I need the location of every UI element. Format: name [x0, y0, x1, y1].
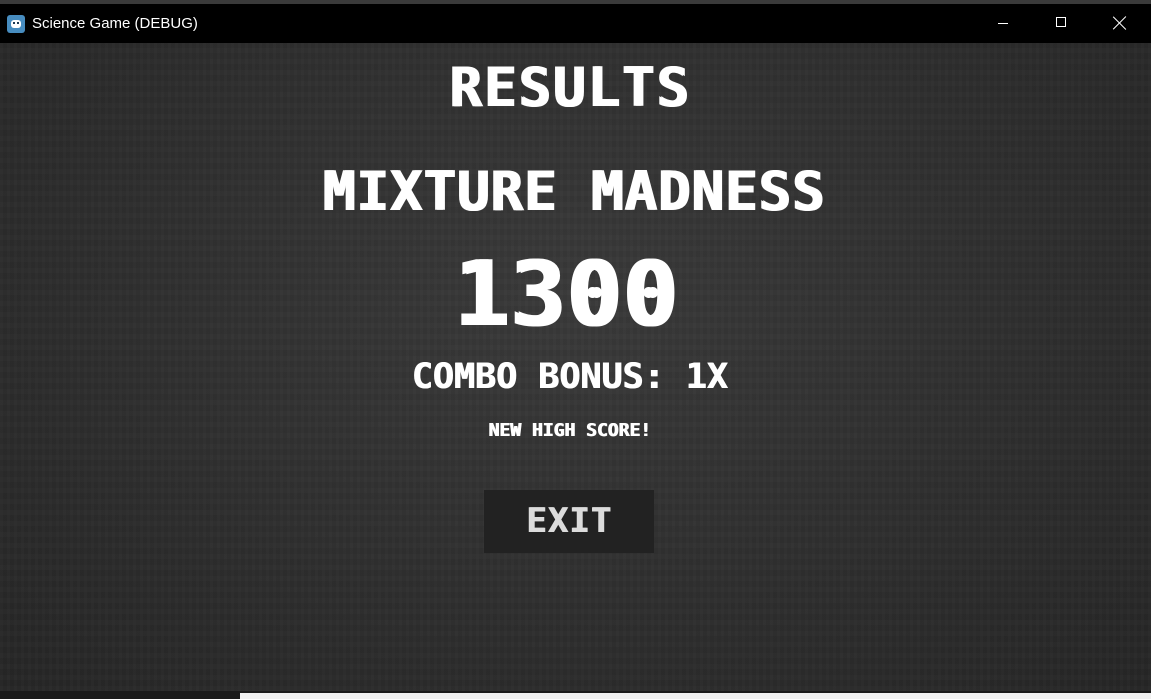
godot-app-icon [7, 15, 25, 33]
minimize-button[interactable] [974, 4, 1032, 43]
game-window: Science Game (DEBUG) RESULTS MIXTURE MAD… [0, 0, 1151, 699]
level-name: MIXTURE MADNESS [322, 160, 825, 223]
close-button[interactable] [1091, 4, 1149, 43]
title-bar[interactable]: Science Game (DEBUG) [0, 4, 1151, 43]
maximize-icon [1056, 17, 1066, 27]
minimize-icon [998, 23, 1008, 24]
score-value: 1300 [453, 242, 678, 347]
window-title: Science Game (DEBUG) [32, 15, 198, 32]
exit-button[interactable]: EXIT [484, 490, 654, 553]
new-high-score-message: NEW HIGH SCORE! [488, 420, 651, 441]
bottom-edge-light [240, 693, 1151, 699]
maximize-button[interactable] [1032, 4, 1090, 43]
results-screen: RESULTS MIXTURE MADNESS 1300 COMBO BONUS… [0, 43, 1151, 691]
combo-bonus: COMBO BONUS: 1X [411, 357, 728, 397]
results-heading: RESULTS [448, 56, 691, 119]
close-icon [1113, 16, 1127, 30]
